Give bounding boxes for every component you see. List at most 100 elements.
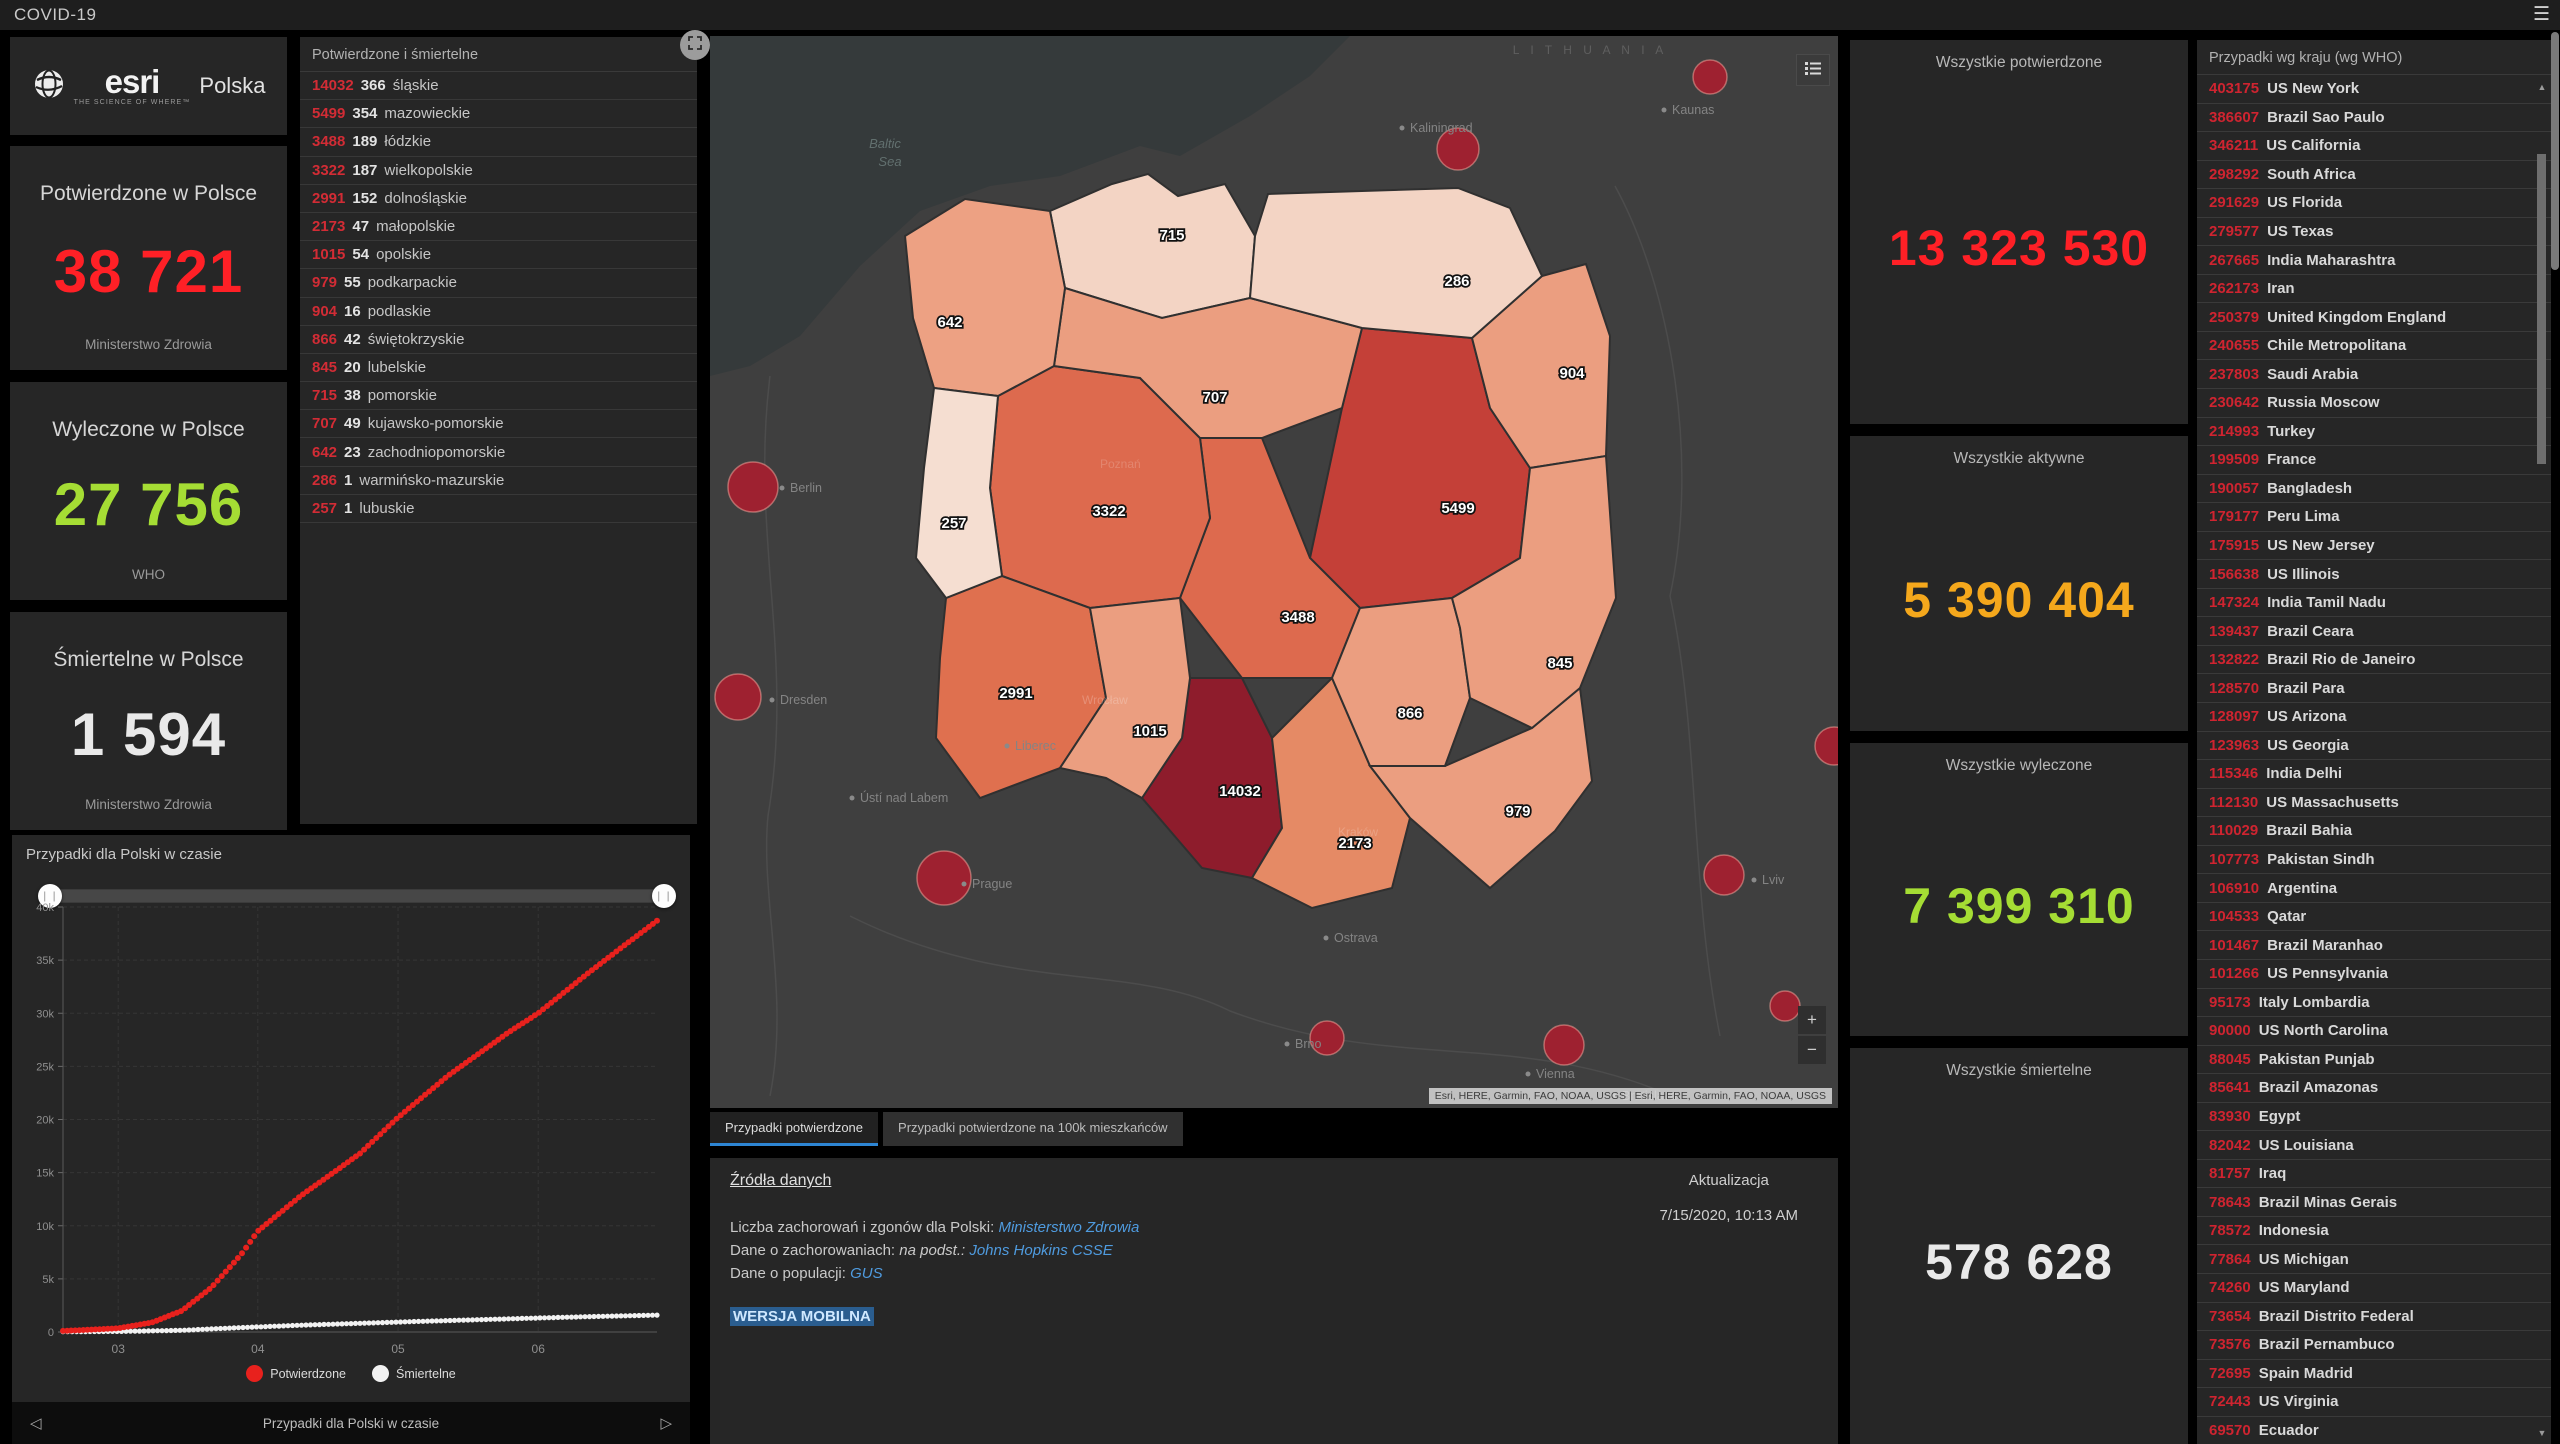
zoom-out-button[interactable]: − — [1798, 1036, 1826, 1064]
cluster-marker[interactable] — [727, 461, 779, 513]
voivodeship-row[interactable]: 5499 354 mazowieckie — [300, 100, 697, 129]
expand-panel-button[interactable] — [680, 30, 710, 60]
voivodeship-row[interactable]: 257 1 lubuskie — [300, 495, 697, 523]
country-row[interactable]: 112130 US Massachusetts — [2197, 789, 2551, 818]
country-row[interactable]: 175915 US New Jersey — [2197, 532, 2551, 561]
voivodeship-row[interactable]: 1015 54 opolskie — [300, 241, 697, 270]
country-row[interactable]: 214993 Turkey — [2197, 418, 2551, 447]
country-row[interactable]: 291629 US Florida — [2197, 189, 2551, 218]
country-row[interactable]: 237803 Saudi Arabia — [2197, 360, 2551, 390]
voivodeship-row[interactable]: 866 42 świętokrzyskie — [300, 326, 697, 354]
country-row[interactable]: 73654 Brazil Distrito Federal — [2197, 1303, 2551, 1332]
country-row[interactable]: 267665 India Maharashtra — [2197, 246, 2551, 275]
country-case-count: 88045 — [2209, 1050, 2251, 1068]
country-row[interactable]: 82042 US Louisiana — [2197, 1131, 2551, 1160]
country-row[interactable]: 139437 Brazil Ceara — [2197, 617, 2551, 646]
scroll-down-icon[interactable]: ▼ — [2536, 1428, 2548, 1440]
prev-page-arrow[interactable]: ◁ — [30, 1402, 42, 1444]
mobile-version-link[interactable]: WERSJA MOBILNA — [730, 1307, 874, 1326]
country-row[interactable]: 115346 India Delhi — [2197, 760, 2551, 789]
cluster-marker[interactable] — [1769, 990, 1801, 1022]
country-row[interactable]: 83930 Egypt — [2197, 1103, 2551, 1132]
voivodeship-row[interactable]: 707 49 kujawsko-pomorskie — [300, 410, 697, 439]
svg-text:Poznań: Poznań — [1100, 457, 1141, 471]
country-row[interactable]: 147324 India Tamil Nadu — [2197, 589, 2551, 618]
page-scrollbar-thumb[interactable] — [2551, 32, 2559, 270]
country-row[interactable]: 179177 Peru Lima — [2197, 503, 2551, 532]
country-row[interactable]: 101467 Brazil Maranhao — [2197, 931, 2551, 960]
voivodeship-row[interactable]: 286 1 warmińsko-mazurskie — [300, 467, 697, 495]
country-row[interactable]: 78643 Brazil Minas Gerais — [2197, 1188, 2551, 1217]
cluster-marker[interactable] — [1703, 854, 1745, 896]
country-row[interactable]: 199509 France — [2197, 446, 2551, 475]
cluster-marker[interactable] — [1543, 1024, 1585, 1066]
country-row[interactable]: 72695 Spain Madrid — [2197, 1360, 2551, 1389]
line-chart[interactable]: 0 5k 10k 15k 20k 25k 30k 35k 40k 03 04 05 06 — [12, 895, 690, 1365]
voivodeship-row[interactable]: 979 55 podkarpackie — [300, 269, 697, 298]
country-row[interactable]: 128570 Brazil Para — [2197, 674, 2551, 704]
voivodeship-row[interactable]: 14032 366 śląskie — [300, 72, 697, 101]
country-row[interactable]: 81757 Iraq — [2197, 1160, 2551, 1189]
tab-confirmed-per-100k[interactable]: Przypadki potwierdzone na 100k mieszkańc… — [883, 1112, 1183, 1146]
country-row[interactable]: 386607 Brazil Sao Paulo — [2197, 104, 2551, 133]
map-canvas[interactable]: Baltic Sea Wrocław Poznań Kraków L I T H U A … — [710, 36, 1838, 1108]
country-row[interactable]: 250379 United Kingdom England — [2197, 303, 2551, 332]
country-row[interactable]: 74260 US Maryland — [2197, 1274, 2551, 1303]
voivodeship-row[interactable]: 3322 187 wielkopolskie — [300, 157, 697, 185]
country-row[interactable]: 77864 US Michigan — [2197, 1245, 2551, 1274]
country-row[interactable]: 403175 US New York — [2197, 75, 2551, 104]
country-row[interactable]: 78572 Indonesia — [2197, 1217, 2551, 1246]
voivodeship-row[interactable]: 642 23 zachodniopomorskie — [300, 438, 697, 467]
country-row[interactable]: 107773 Pakistan Sindh — [2197, 846, 2551, 875]
country-row[interactable]: 85641 Brazil Amazonas — [2197, 1074, 2551, 1103]
country-row[interactable]: 156638 US Illinois — [2197, 560, 2551, 589]
country-row[interactable]: 346211 US California — [2197, 132, 2551, 161]
next-page-arrow[interactable]: ▷ — [660, 1402, 672, 1444]
source-link[interactable]: GUS — [850, 1265, 883, 1282]
country-row[interactable]: 72443 US Virginia — [2197, 1388, 2551, 1417]
country-row[interactable]: 298292 South Africa — [2197, 161, 2551, 190]
voivodeship-row[interactable]: 845 20 lubelskie — [300, 354, 697, 383]
hamburger-menu-icon[interactable]: ☰ — [2533, 3, 2550, 26]
country-row[interactable]: 230642 Russia Moscow — [2197, 389, 2551, 418]
cluster-marker[interactable] — [916, 850, 972, 906]
country-row[interactable]: 101266 US Pennsylvania — [2197, 960, 2551, 989]
country-row[interactable]: 262173 Iran — [2197, 275, 2551, 304]
scroll-up-icon[interactable]: ▲ — [2536, 82, 2548, 94]
voivodeship-row[interactable]: 3488 189 łódzkie — [300, 128, 697, 157]
country-row[interactable]: 279577 US Texas — [2197, 218, 2551, 247]
zoom-in-button[interactable]: + — [1798, 1006, 1826, 1034]
country-row[interactable]: 123963 US Georgia — [2197, 732, 2551, 761]
country-row[interactable]: 69570 Ecuador — [2197, 1417, 2551, 1444]
cluster-marker[interactable] — [1692, 59, 1728, 95]
voivodeship-name: łódzkie — [384, 133, 432, 151]
region-zachodniopomorskie[interactable] — [903, 197, 1067, 398]
legend-item-deaths[interactable]: Śmiertelne — [372, 1365, 456, 1382]
voivodeship-row[interactable]: 2991 152 dolnośląskie — [300, 185, 697, 213]
country-row[interactable]: 110029 Brazil Bahia — [2197, 817, 2551, 846]
scrollbar-thumb[interactable] — [2537, 154, 2546, 464]
country-row[interactable]: 240655 Chile Metropolitana — [2197, 332, 2551, 361]
voivodeship-name: kujawsko-pomorskie — [367, 415, 504, 433]
layer-list-button[interactable] — [1796, 54, 1830, 86]
country-row[interactable]: 190057 Bangladesh — [2197, 475, 2551, 504]
country-row[interactable]: 104533 Qatar — [2197, 903, 2551, 932]
country-row[interactable]: 73576 Brazil Pernambuco — [2197, 1331, 2551, 1360]
country-row[interactable]: 132822 Brazil Rio de Janeiro — [2197, 646, 2551, 675]
voivodeship-row[interactable]: 904 16 podlaskie — [300, 298, 697, 326]
country-row[interactable]: 128097 US Arizona — [2197, 703, 2551, 732]
country-row[interactable]: 90000 US North Carolina — [2197, 1017, 2551, 1046]
country-row[interactable]: 95173 Italy Lombardia — [2197, 989, 2551, 1018]
voivodeship-row[interactable]: 2173 47 małopolskie — [300, 213, 697, 242]
country-list-scrollbar[interactable]: ▲ ▼ — [2536, 82, 2548, 1440]
country-row[interactable]: 88045 Pakistan Punjab — [2197, 1046, 2551, 1075]
voivodeship-row[interactable]: 715 38 pomorskie — [300, 382, 697, 411]
country-case-count: 72695 — [2209, 1364, 2251, 1382]
cluster-marker[interactable] — [714, 673, 762, 721]
legend-item-confirmed[interactable]: Potwierdzone — [246, 1365, 346, 1382]
country-row[interactable]: 106910 Argentina — [2197, 874, 2551, 903]
tab-confirmed-cases[interactable]: Przypadki potwierdzone — [710, 1112, 879, 1146]
source-link[interactable]: Johns Hopkins CSSE — [969, 1242, 1112, 1259]
voivodeship-name: warmińsko-mazurskie — [359, 471, 505, 489]
source-link[interactable]: Ministerstwo Zdrowia — [998, 1219, 1139, 1236]
